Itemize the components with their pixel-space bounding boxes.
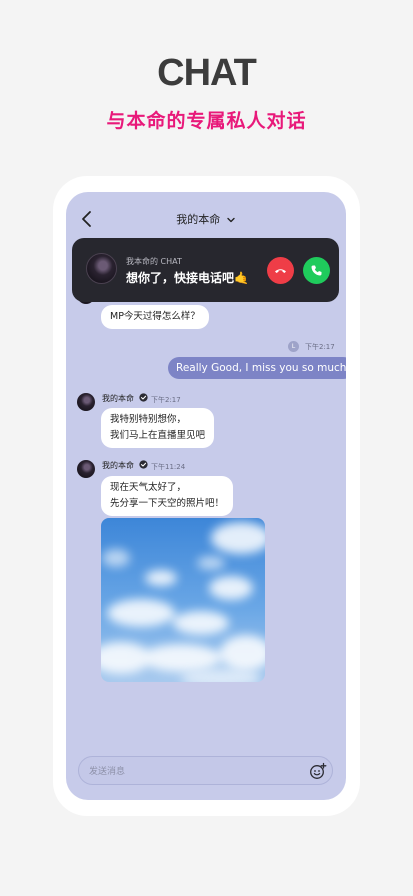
verified-icon <box>138 460 148 469</box>
sender-avatar <box>77 460 95 478</box>
caller-name: 我本命的 CHAT <box>126 257 182 266</box>
message-time: 下午2:17 <box>151 396 181 404</box>
phone-decline-icon <box>275 269 286 273</box>
call-message: 想你了，快接电话吧🤙 <box>126 271 249 285</box>
sender-name-label: 我的本命 <box>102 461 134 470</box>
message-time: 下午2:17 <box>305 343 335 351</box>
hero-subtitle: 与本命的专属私人对话 <box>106 110 307 132</box>
message-bubble: 我特别特别想你， 我们马上在直播里见吧 <box>101 408 215 448</box>
sender-name: 我的本命 <box>102 460 148 471</box>
message-time: 下午11:24 <box>151 463 186 471</box>
shared-photo[interactable] <box>101 518 265 682</box>
outgoing-message-bubble: Really Good, I miss you so much <box>168 357 346 379</box>
sky-photo-image <box>101 518 265 682</box>
message-line: 先分享一下天空的照片吧！ <box>110 498 225 509</box>
sender-name-label: 我的本命 <box>102 394 134 403</box>
chat-title-dropdown[interactable]: 我的本命 <box>66 211 346 227</box>
emoji-icon[interactable] <box>309 762 327 780</box>
accept-call-button[interactable] <box>303 257 330 284</box>
hero-title: CHAT <box>157 52 257 94</box>
decline-call-button[interactable] <box>267 257 294 284</box>
sender-avatar <box>77 393 95 411</box>
chevron-down-icon <box>227 217 235 223</box>
message-bubble: MP今天过得怎么样？ <box>101 305 209 329</box>
caller-avatar <box>86 253 117 284</box>
chat-title: 我的本命 <box>176 213 221 226</box>
my-avatar: L <box>288 341 299 352</box>
sender-name: 我的本命 <box>102 393 148 404</box>
verified-icon <box>138 393 148 402</box>
message-bubble: 现在天气太好了， 先分享一下天空的照片吧！ <box>101 476 234 516</box>
phone-accept-icon <box>311 265 322 276</box>
incoming-call-banner[interactable]: 我本命的 CHAT 想你了，快接电话吧🤙 <box>72 238 339 302</box>
message-line: 我特别特别想你， <box>110 414 187 425</box>
message-input-bar[interactable]: 发送消息 <box>78 756 333 785</box>
message-line: 我们马上在直播里见吧 <box>110 430 206 441</box>
chat-screen: 我的本命 我本命的 CHAT 想你了，快接电话吧🤙 MP今天过得怎么样？ L 下… <box>66 192 346 800</box>
message-input[interactable]: 发送消息 <box>89 764 125 777</box>
message-line: 现在天气太好了， <box>110 482 187 493</box>
